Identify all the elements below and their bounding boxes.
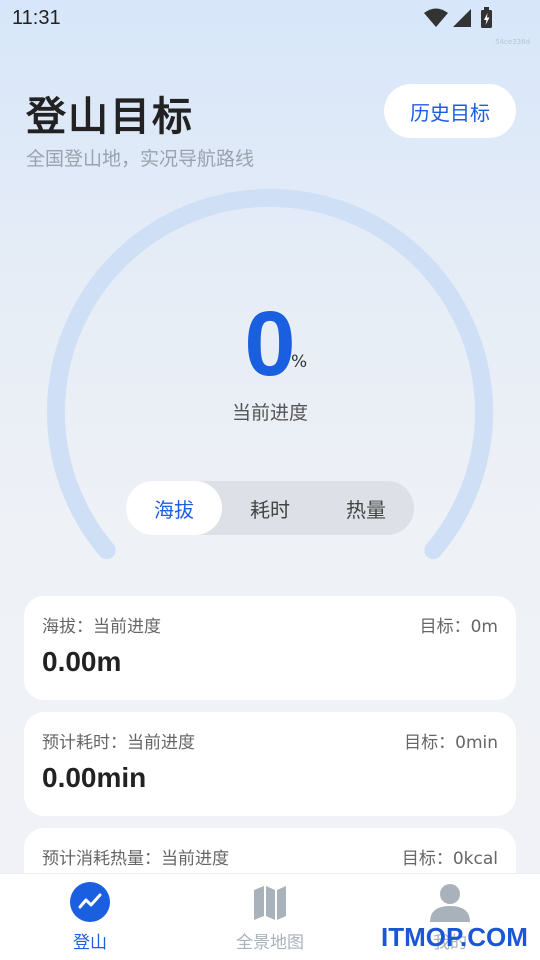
card-target: 目标：0min [404,733,498,753]
history-goals-button[interactable]: 历史目标 [384,84,516,138]
card-label: 海拔：当前进度 [42,617,161,637]
wifi-icon [424,8,448,27]
status-icons [424,7,492,28]
progress-unit: % [291,352,308,372]
nav-label: 登山 [73,933,107,953]
page-title: 登山目标 [26,94,194,140]
card-label: 预计耗时：当前进度 [42,733,195,753]
card-label: 预计消耗热量：当前进度 [42,849,229,869]
user-icon [430,884,470,922]
page-subtitle: 全国登山地，实况导航路线 [26,148,255,170]
card-value: 0.00m [42,646,122,677]
map-icon [254,886,286,920]
tab-altitude[interactable]: 海拔 [126,481,222,535]
tab-duration[interactable]: 耗时 [222,481,318,535]
tab-calories[interactable]: 热量 [318,481,414,535]
status-time: 11:31 [12,7,61,29]
duration-card[interactable]: 预计耗时：当前进度 目标：0min 0.00min [24,712,516,816]
progress-value: 0 [244,293,296,395]
card-target: 目标：0kcal [401,849,498,869]
metric-segment-control: 海拔 耗时 热量 [126,481,414,535]
status-bar: 11:31 54ce336d [0,0,540,46]
status-tiny-text: 54ce336d [495,38,530,46]
altitude-card[interactable]: 海拔：当前进度 目标：0m 0.00m [24,596,516,700]
nav-label: 全景地图 [236,933,304,953]
card-value: 0.00min [42,762,147,793]
nav-item-panorama-map[interactable]: 全景地图 [200,874,340,960]
trend-chart-icon [70,882,110,922]
nav-item-climb[interactable]: 登山 [20,874,160,960]
battery-icon [481,7,492,28]
signal-icon [453,9,471,27]
site-watermark: ITMOP.COM [381,922,528,952]
progress-label: 当前进度 [231,402,308,424]
card-target: 目标：0m [419,617,498,637]
